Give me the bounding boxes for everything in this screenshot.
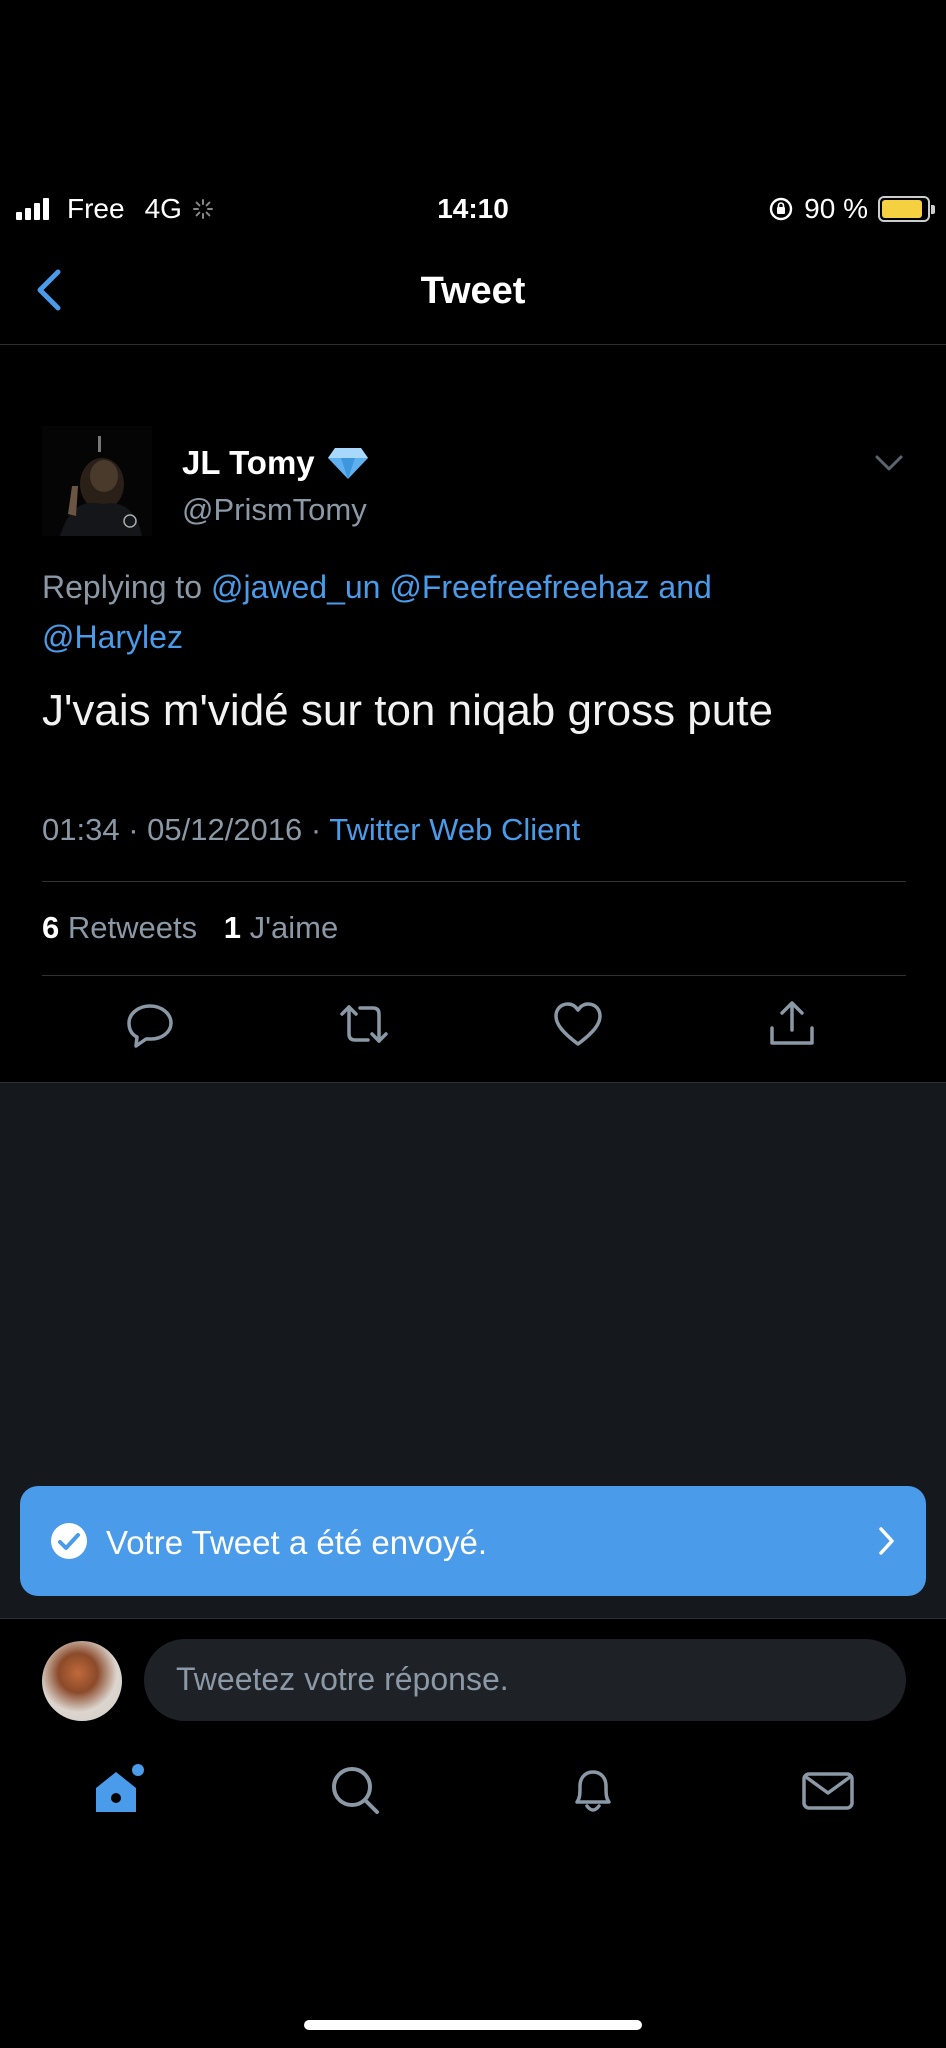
chevron-down-icon[interactable] bbox=[872, 446, 906, 480]
nav-header: Tweet bbox=[0, 250, 946, 345]
like-heart-icon[interactable] bbox=[550, 996, 606, 1052]
share-icon[interactable] bbox=[764, 996, 820, 1052]
chevron-right-icon bbox=[879, 1527, 894, 1555]
page-title: Tweet bbox=[420, 270, 526, 312]
divider bbox=[42, 975, 906, 976]
author-name[interactable]: JL Tomy bbox=[182, 444, 315, 482]
tweet-meta: 01:34 · 05/12/2016 · Twitter Web Client bbox=[42, 812, 580, 848]
user-avatar[interactable] bbox=[42, 1641, 122, 1721]
replying-to-label: Replying to bbox=[42, 569, 203, 605]
reply-and[interactable]: and bbox=[658, 569, 711, 605]
retweets-stat[interactable]: 6 Retweets bbox=[42, 910, 197, 945]
retweets-label: Retweets bbox=[67, 910, 198, 945]
tweet-client[interactable]: Twitter Web Client bbox=[329, 812, 580, 847]
tweet-sent-toast[interactable]: Votre Tweet a été envoyé. bbox=[20, 1486, 926, 1596]
tweet-timestamp: 01:34 · 05/12/2016 · bbox=[42, 812, 322, 847]
reply-composer-bar: Tweetez votre réponse. bbox=[0, 1618, 946, 1728]
reply-icon[interactable] bbox=[122, 996, 178, 1052]
likes-stat[interactable]: 1 J'aime bbox=[224, 910, 339, 945]
search-icon[interactable] bbox=[325, 1760, 385, 1820]
author-name-row: JL Tomy bbox=[182, 444, 369, 482]
status-bar: Free 4G 14:10 90 % bbox=[0, 185, 946, 235]
likes-count: 1 bbox=[223, 910, 241, 945]
reply-input[interactable]: Tweetez votre réponse. bbox=[144, 1639, 906, 1721]
reply-mentions[interactable]: @jawed_un @Freefreefreehaz bbox=[211, 569, 650, 605]
tweet-text: J'vais m'vidé sur ton niqab gross pute bbox=[42, 686, 773, 735]
home-indicator[interactable] bbox=[304, 2020, 642, 2030]
retweet-icon[interactable] bbox=[336, 996, 392, 1052]
diamond-icon bbox=[327, 448, 368, 479]
tab-bar bbox=[0, 1760, 946, 1850]
orientation-lock-icon bbox=[769, 197, 793, 221]
messages-envelope-icon[interactable] bbox=[798, 1760, 858, 1820]
divider bbox=[42, 881, 906, 882]
toast-message: Votre Tweet a été envoyé. bbox=[106, 1524, 487, 1561]
notifications-bell-icon[interactable] bbox=[563, 1760, 623, 1820]
replying-to: Replying to @jawed_un @Freefreefreehaz a… bbox=[42, 562, 902, 662]
battery-icon bbox=[878, 196, 935, 222]
tweet-stats: 6 Retweets 1 J'aime bbox=[42, 910, 338, 946]
likes-label: J'aime bbox=[249, 910, 339, 945]
tweet-detail: JL Tomy @PrismTomy Replying to @jawed_un… bbox=[0, 346, 946, 1083]
home-icon[interactable] bbox=[88, 1760, 148, 1820]
tweet-actions bbox=[0, 996, 946, 1066]
author-avatar[interactable] bbox=[42, 386, 152, 536]
battery-percent: 90 % bbox=[804, 193, 868, 224]
reply-mention-last[interactable]: @Harylez bbox=[42, 619, 183, 655]
author-handle[interactable]: @PrismTomy bbox=[182, 492, 367, 528]
retweets-count: 6 bbox=[42, 910, 60, 945]
reply-placeholder: Tweetez votre réponse. bbox=[176, 1661, 509, 1697]
checkmark-circle-icon bbox=[51, 1523, 87, 1559]
status-right: 90 % bbox=[768, 193, 935, 225]
